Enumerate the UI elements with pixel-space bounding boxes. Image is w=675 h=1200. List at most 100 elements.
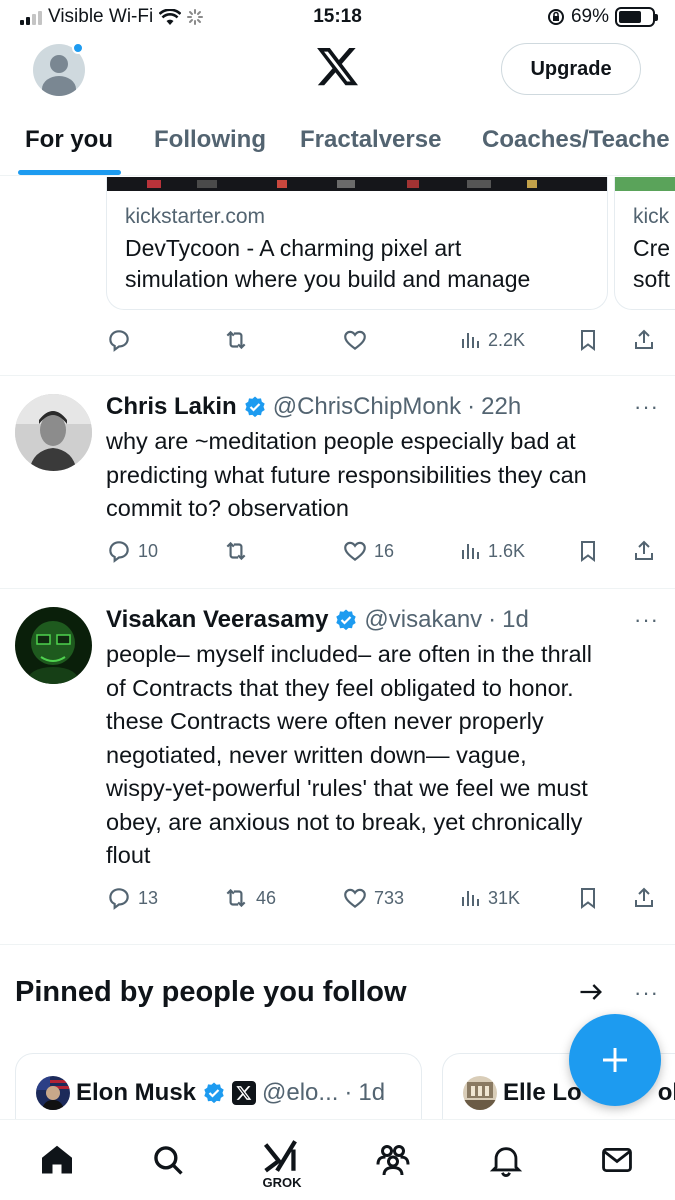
- repost-button[interactable]: [222, 538, 250, 564]
- link-card[interactable]: kickstarter.com DevTycoon - A charming p…: [106, 177, 608, 310]
- author-name[interactable]: Elle Lo: [503, 1079, 582, 1107]
- nav-messages[interactable]: [597, 1140, 637, 1180]
- tab-coaches-teachers[interactable]: Coaches/Teache: [482, 126, 670, 154]
- tab-fractalverse[interactable]: Fractalverse: [300, 126, 441, 154]
- tweet-time[interactable]: 22h: [481, 393, 521, 421]
- x-logo-icon[interactable]: [316, 48, 360, 88]
- author-avatar[interactable]: [15, 607, 92, 684]
- views-count: 31K: [488, 887, 521, 908]
- link-card[interactable]: kick Cre soft: [614, 177, 675, 310]
- tweet-text-line: these Contracts were often never properl…: [106, 708, 544, 734]
- x-affiliate-badge-icon: [232, 1081, 257, 1105]
- tweet-text-line: wispy-yet-powerful 'rules' that we feel …: [106, 775, 588, 801]
- nav-home[interactable]: [37, 1140, 77, 1180]
- nav-grok[interactable]: [262, 1136, 302, 1176]
- tweet-header: Chris Lakin @ChrisChipMonk · 22h: [106, 393, 521, 421]
- tweet-actions: 2.2K: [106, 323, 661, 357]
- like-button[interactable]: 16: [342, 538, 394, 564]
- heart-icon: [344, 888, 366, 909]
- analytics-icon: [462, 333, 479, 348]
- nav-communities[interactable]: [373, 1140, 413, 1180]
- tweet-text: people– myself included– are often in th…: [106, 638, 666, 873]
- more-options-icon[interactable]: ···: [634, 607, 659, 633]
- plus-icon: [603, 1048, 627, 1072]
- nav-notifications[interactable]: [486, 1140, 526, 1180]
- repost-button[interactable]: [222, 327, 250, 353]
- dot-separator: ·: [344, 1079, 353, 1106]
- tweet-text-line: why are ~meditation people especially ba…: [106, 428, 576, 454]
- like-count: 733: [374, 887, 405, 908]
- tweet-header: Visakan Veerasamy @visakanv · 1d: [106, 606, 529, 634]
- tweet-text-line: commit to? observation: [106, 495, 349, 521]
- reply-count: 10: [138, 540, 159, 561]
- tweet-time[interactable]: 1d: [358, 1079, 385, 1107]
- divider: [0, 944, 675, 945]
- share-button[interactable]: [632, 885, 656, 911]
- tab-for-you[interactable]: For you: [25, 126, 113, 154]
- bottom-navigation: GROK: [0, 1119, 675, 1200]
- card-image: [107, 177, 607, 191]
- author-name[interactable]: Chris Lakin: [106, 393, 237, 421]
- feed-tabs: For you Following Fractalverse Coaches/T…: [0, 112, 675, 176]
- author-avatar[interactable]: [36, 1076, 70, 1110]
- bookmark-icon: [581, 541, 595, 562]
- analytics-icon: [462, 544, 479, 559]
- notification-dot: [72, 42, 84, 54]
- card-title-line: Cre: [633, 235, 671, 261]
- dot-separator: ·: [467, 393, 476, 420]
- bookmark-button[interactable]: [576, 885, 600, 911]
- more-options-icon[interactable]: ···: [634, 980, 659, 1006]
- reply-icon: [109, 330, 129, 352]
- author-name[interactable]: Visakan Veerasamy: [106, 606, 328, 634]
- reply-button[interactable]: 10: [106, 538, 158, 564]
- tweet-text: why are ~meditation people especially ba…: [106, 425, 666, 526]
- status-bar: Visible Wi-Fi 15:18 69%: [0, 0, 675, 36]
- reply-button[interactable]: [106, 327, 132, 353]
- share-button[interactable]: [632, 327, 656, 353]
- views-button[interactable]: 2.2K: [458, 328, 525, 352]
- upgrade-button[interactable]: Upgrade: [501, 43, 641, 95]
- reply-count: 13: [138, 887, 159, 908]
- orientation-lock-icon: [547, 9, 564, 25]
- more-options-icon[interactable]: ···: [634, 394, 659, 420]
- author-handle[interactable]: @ChrisChipMonk: [273, 393, 461, 421]
- nav-search[interactable]: [148, 1140, 188, 1180]
- tweet-text-line: of Contracts that they feel obligated to…: [106, 674, 574, 701]
- reply-button[interactable]: 13: [106, 885, 158, 911]
- author-avatar[interactable]: [15, 394, 92, 471]
- reply-icon: [109, 888, 129, 910]
- views-button[interactable]: 1.6K: [458, 539, 525, 563]
- tweet-actions: 13 46 733 31K: [106, 881, 661, 915]
- share-button[interactable]: [632, 538, 656, 564]
- pinned-tweet-header: Elon Musk @elo... · 1d: [36, 1076, 385, 1110]
- like-count: 16: [374, 540, 395, 561]
- tweet-text-line: predicting what future responsibilities …: [106, 461, 587, 488]
- battery-percent: 69%: [570, 6, 609, 27]
- card-title-line: soft: [633, 266, 671, 292]
- card-image: [615, 177, 675, 191]
- author-handle[interactable]: @elo...: [262, 1079, 338, 1107]
- bookmark-button[interactable]: [576, 327, 600, 353]
- arrow-right-icon[interactable]: [576, 978, 606, 1006]
- author-handle[interactable]: @visakanv: [364, 606, 482, 634]
- repost-icon: [226, 330, 246, 350]
- views-button[interactable]: 31K: [458, 886, 520, 910]
- compose-button[interactable]: [569, 1014, 661, 1106]
- analytics-icon: [462, 891, 479, 906]
- bookmark-icon: [581, 888, 595, 909]
- like-button[interactable]: [342, 327, 368, 353]
- share-icon: [635, 329, 653, 349]
- like-button[interactable]: 733: [342, 885, 404, 911]
- card-title-line: DevTycoon - A charming pixel art: [125, 235, 462, 261]
- author-name[interactable]: Elon Musk: [76, 1079, 196, 1107]
- bookmark-button[interactable]: [576, 538, 600, 564]
- tweet-time[interactable]: 1d: [502, 606, 529, 634]
- card-domain: kick: [633, 205, 670, 228]
- card-title: DevTycoon - A charming pixel art simulat…: [125, 233, 593, 295]
- verified-badge-icon: [245, 396, 265, 418]
- share-icon: [635, 887, 653, 907]
- author-avatar[interactable]: [463, 1076, 497, 1110]
- status-right: 69%: [547, 6, 658, 28]
- repost-button[interactable]: 46: [222, 885, 276, 911]
- tab-following[interactable]: Following: [154, 126, 266, 154]
